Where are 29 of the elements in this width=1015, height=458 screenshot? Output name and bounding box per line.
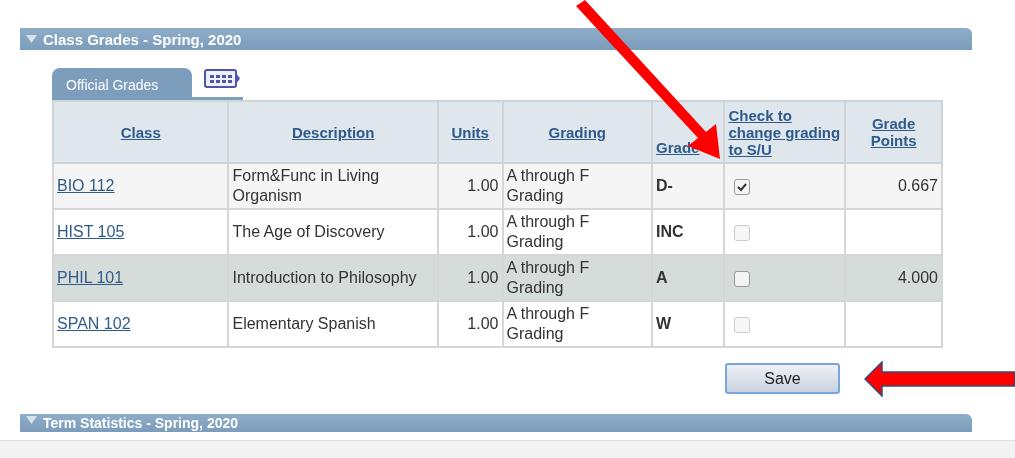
table-cell: A through F Grading bbox=[506, 213, 590, 250]
table-cell: 1.00 bbox=[467, 223, 499, 240]
table-cell: D- bbox=[656, 177, 673, 194]
table-cell: A bbox=[656, 269, 668, 286]
table-cell: A through F Grading bbox=[506, 305, 590, 342]
section-title: Term Statistics - Spring, 2020 bbox=[43, 416, 239, 430]
table-cell: A through F Grading bbox=[506, 259, 590, 296]
table-cell: Form&Func in Living Organism bbox=[232, 167, 380, 204]
class-link[interactable]: BIO 112 bbox=[57, 177, 115, 194]
table-cell: 4.000 bbox=[897, 269, 938, 286]
section-title: Class Grades - Spring, 2020 bbox=[43, 30, 242, 48]
table-cell: 1.00 bbox=[467, 315, 499, 332]
table-cell: 1.00 bbox=[467, 269, 499, 286]
tab[interactable]: Official Grades bbox=[52, 68, 192, 97]
collapse-icon[interactable] bbox=[26, 35, 37, 43]
save-button[interactable]: Save bbox=[725, 363, 840, 394]
class-link[interactable]: PHIL 101 bbox=[57, 269, 124, 286]
grid-icon[interactable] bbox=[204, 68, 242, 90]
table-cell: The Age of Discovery bbox=[232, 223, 385, 240]
checkbox[interactable] bbox=[734, 178, 751, 195]
table-cell: Introduction to Philosophy bbox=[232, 269, 417, 286]
table-cell: 1.00 bbox=[467, 177, 499, 194]
table-cell: W bbox=[656, 315, 672, 332]
checkbox[interactable] bbox=[734, 270, 751, 287]
table-cell: A through F Grading bbox=[506, 167, 590, 204]
table-cell: Elementary Spanish bbox=[232, 315, 376, 332]
table-cell: 0.667 bbox=[897, 177, 938, 194]
collapse-icon[interactable] bbox=[26, 416, 37, 424]
table-cell: INC bbox=[656, 223, 684, 240]
